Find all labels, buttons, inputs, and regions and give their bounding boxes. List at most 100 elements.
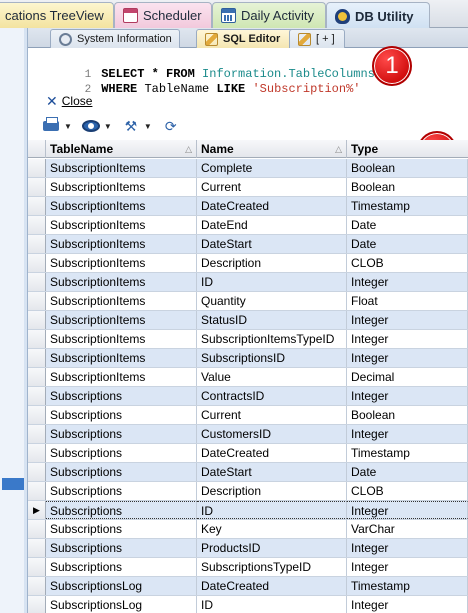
tab-daily-activity[interactable]: Daily Activity [212, 2, 326, 28]
cell-name[interactable]: DateStart [197, 463, 347, 481]
column-header-tablename[interactable]: TableName △ [46, 140, 197, 158]
row-indicator[interactable] [28, 330, 46, 348]
table-row[interactable]: Subscriptions Description CLOB [28, 482, 468, 501]
cell-name[interactable]: ID [197, 596, 347, 613]
cell-type[interactable]: VarChar [347, 520, 468, 538]
row-indicator[interactable] [28, 235, 46, 253]
table-row[interactable]: Subscriptions DateStart Date [28, 463, 468, 482]
table-row[interactable]: SubscriptionItems Current Boolean [28, 178, 468, 197]
table-row[interactable]: SubscriptionItems Complete Boolean [28, 159, 468, 178]
cell-type[interactable]: Integer [347, 349, 468, 367]
cell-name[interactable]: Current [197, 178, 347, 196]
row-indicator[interactable] [28, 425, 46, 443]
cell-name[interactable]: ProductsID [197, 539, 347, 557]
row-indicator[interactable] [28, 254, 46, 272]
table-row[interactable]: ▶ Subscriptions ID Integer [28, 501, 468, 520]
cell-type[interactable]: Boolean [347, 406, 468, 424]
cell-name[interactable]: Key [197, 520, 347, 538]
cell-tablename[interactable]: SubscriptionItems [46, 292, 197, 310]
left-panel-list[interactable] [0, 28, 24, 613]
cell-tablename[interactable]: Subscriptions [46, 463, 197, 481]
cell-type[interactable]: Date [347, 463, 468, 481]
row-indicator[interactable] [28, 216, 46, 234]
cell-name[interactable]: DateCreated [197, 197, 347, 215]
column-header-name[interactable]: Name △ [197, 140, 347, 158]
tools-dropdown-arrow[interactable]: ▼ [144, 122, 152, 131]
cell-type[interactable]: Boolean [347, 178, 468, 196]
cell-tablename[interactable]: Subscriptions [46, 444, 197, 462]
table-row[interactable]: SubscriptionItems DateCreated Timestamp [28, 197, 468, 216]
tab-system-information[interactable]: System Information [50, 29, 180, 48]
row-indicator[interactable] [28, 596, 46, 613]
cell-name[interactable]: Complete [197, 159, 347, 177]
table-row[interactable]: SubscriptionItems Description CLOB [28, 254, 468, 273]
cell-tablename[interactable]: SubscriptionItems [46, 330, 197, 348]
row-indicator[interactable] [28, 577, 46, 595]
cell-type[interactable]: Integer [347, 311, 468, 329]
tab-scheduler[interactable]: Scheduler [114, 2, 212, 28]
cell-tablename[interactable]: SubscriptionsLog [46, 577, 197, 595]
row-indicator[interactable] [28, 406, 46, 424]
cell-name[interactable]: Description [197, 254, 347, 272]
cell-type[interactable]: Integer [347, 539, 468, 557]
cell-tablename[interactable]: Subscriptions [46, 387, 197, 405]
cell-type[interactable]: Timestamp [347, 444, 468, 462]
cell-type[interactable]: Date [347, 235, 468, 253]
cell-tablename[interactable]: SubscriptionItems [46, 273, 197, 291]
table-row[interactable]: SubscriptionItems ID Integer [28, 273, 468, 292]
cell-tablename[interactable]: Subscriptions [46, 558, 197, 576]
cell-type[interactable]: Integer [347, 330, 468, 348]
cell-tablename[interactable]: Subscriptions [46, 539, 197, 557]
row-indicator[interactable] [28, 311, 46, 329]
table-row[interactable]: SubscriptionItems SubscriptionItemsTypeID… [28, 330, 468, 349]
cell-name[interactable]: SubscriptionsID [197, 349, 347, 367]
cell-tablename[interactable]: SubscriptionsLog [46, 596, 197, 613]
cell-tablename[interactable]: SubscriptionItems [46, 159, 197, 177]
row-indicator[interactable] [28, 273, 46, 291]
cell-type[interactable]: Timestamp [347, 197, 468, 215]
row-indicator[interactable] [28, 197, 46, 215]
cell-type[interactable]: Integer [347, 273, 468, 291]
row-indicator[interactable] [28, 368, 46, 386]
results-grid[interactable]: TableName △ Name △ Type SubscriptionItem… [28, 140, 468, 613]
table-row[interactable]: SubscriptionItems Value Decimal [28, 368, 468, 387]
table-row[interactable]: Subscriptions Key VarChar [28, 520, 468, 539]
table-row[interactable]: SubscriptionItems DateEnd Date [28, 216, 468, 235]
table-row[interactable]: Subscriptions Current Boolean [28, 406, 468, 425]
cell-name[interactable]: DateCreated [197, 444, 347, 462]
row-indicator[interactable] [28, 292, 46, 310]
refresh-button[interactable]: ⟳ [162, 118, 180, 134]
tab-treeview[interactable]: cations TreeView [0, 2, 114, 28]
cell-type[interactable]: Integer [347, 501, 468, 519]
close-button[interactable]: ✕ Close [46, 93, 92, 110]
row-indicator[interactable]: ▶ [28, 501, 46, 519]
cell-type[interactable]: Integer [347, 558, 468, 576]
cell-name[interactable]: SubscriptionsTypeID [197, 558, 347, 576]
table-row[interactable]: Subscriptions SubscriptionsTypeID Integer [28, 558, 468, 577]
cell-tablename[interactable]: SubscriptionItems [46, 349, 197, 367]
cell-type[interactable]: Timestamp [347, 577, 468, 595]
cell-tablename[interactable]: Subscriptions [46, 425, 197, 443]
cell-tablename[interactable]: Subscriptions [46, 406, 197, 424]
cell-tablename[interactable]: SubscriptionItems [46, 368, 197, 386]
view-button[interactable] [81, 118, 100, 134]
row-indicator[interactable] [28, 558, 46, 576]
cell-name[interactable]: ID [197, 273, 347, 291]
cell-name[interactable]: SubscriptionItemsTypeID [197, 330, 347, 348]
table-row[interactable]: SubscriptionsLog DateCreated Timestamp [28, 577, 468, 596]
cell-tablename[interactable]: Subscriptions [46, 501, 197, 519]
cell-name[interactable]: Current [197, 406, 347, 424]
cell-name[interactable]: DateCreated [197, 577, 347, 595]
row-indicator[interactable] [28, 444, 46, 462]
cell-type[interactable]: Integer [347, 387, 468, 405]
cell-name[interactable]: StatusID [197, 311, 347, 329]
row-indicator[interactable] [28, 520, 46, 538]
cell-name[interactable]: ContractsID [197, 387, 347, 405]
cell-name[interactable]: CustomersID [197, 425, 347, 443]
cell-name[interactable]: Description [197, 482, 347, 500]
table-row[interactable]: SubscriptionItems Quantity Float [28, 292, 468, 311]
table-row[interactable]: SubscriptionItems DateStart Date [28, 235, 468, 254]
tab-db-utility[interactable]: DB Utility [326, 2, 430, 29]
row-indicator[interactable] [28, 539, 46, 557]
cell-type[interactable]: Integer [347, 596, 468, 613]
